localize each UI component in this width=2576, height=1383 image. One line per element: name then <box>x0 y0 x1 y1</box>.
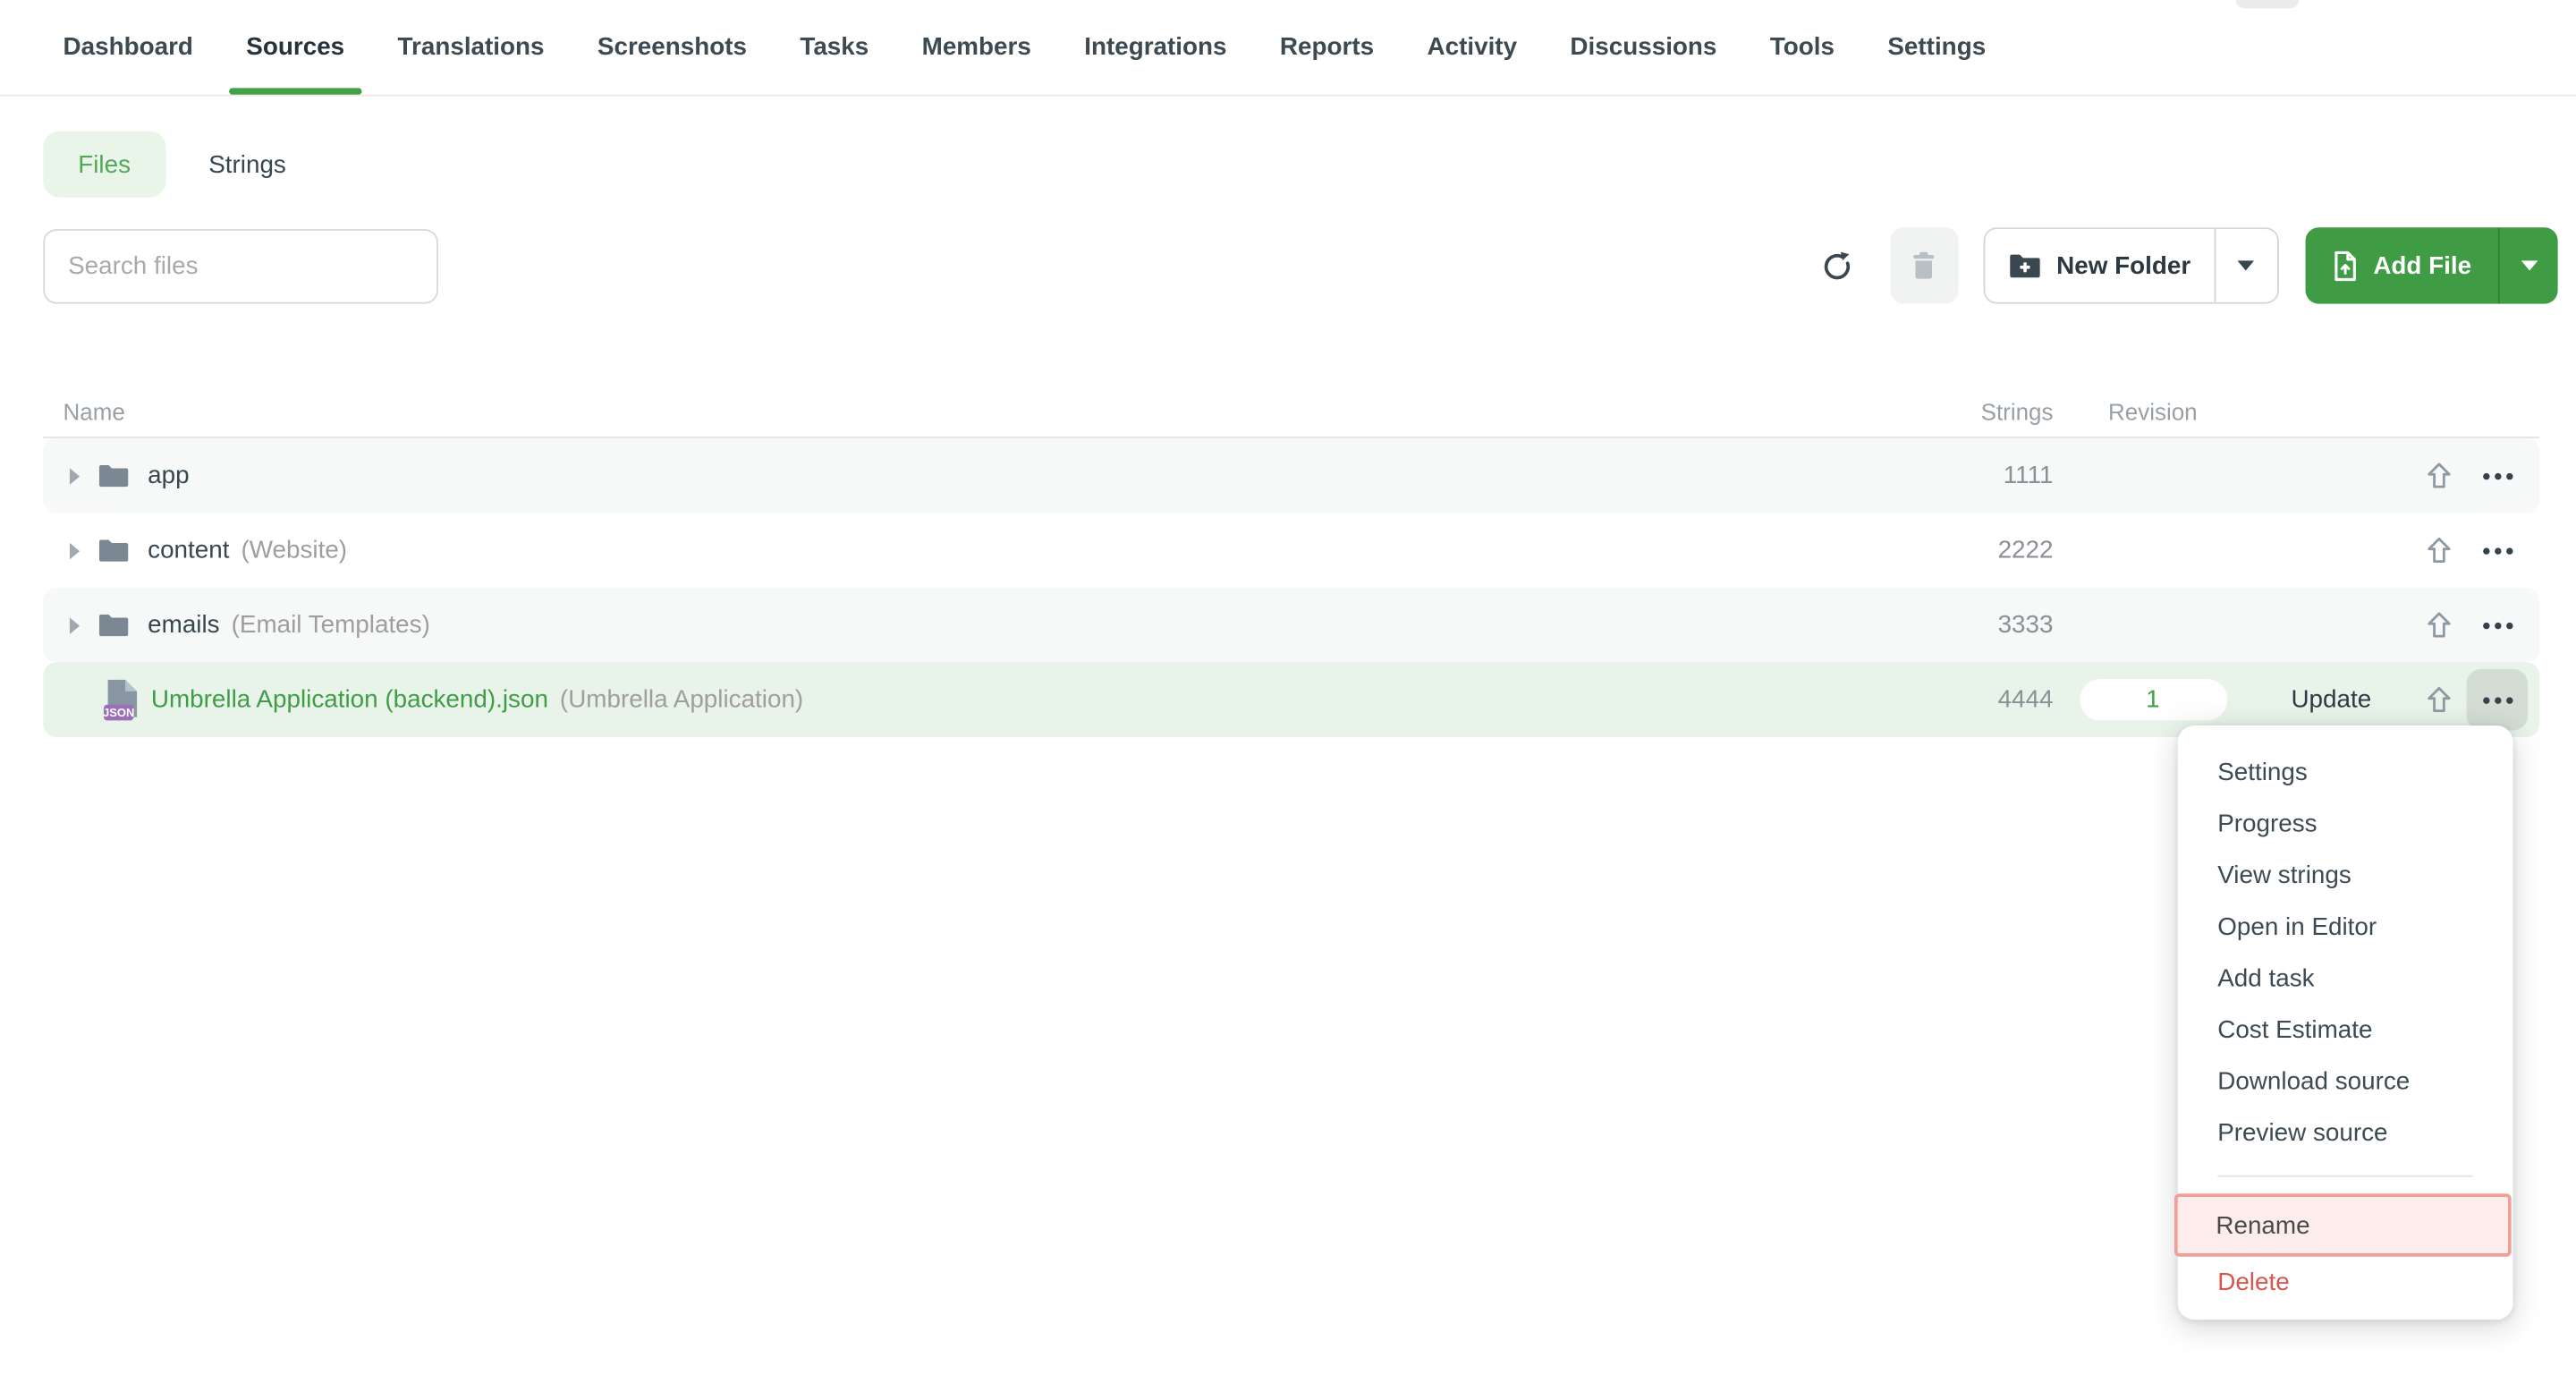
nav-item-settings[interactable]: Settings <box>1887 0 1986 95</box>
new-folder-caret-button[interactable] <box>2214 229 2277 302</box>
menu-item-progress[interactable]: Progress <box>2178 799 2513 851</box>
refresh-icon <box>1822 250 1853 281</box>
folder-note: (Website) <box>241 536 347 564</box>
strings-count: 1111 <box>1854 462 2054 490</box>
menu-item-preview-source[interactable]: Preview source <box>2178 1107 2513 1159</box>
more-icon <box>2482 696 2488 702</box>
nav-item-tools[interactable]: Tools <box>1770 0 1835 95</box>
strings-count: 3333 <box>1854 611 2054 640</box>
upload-button[interactable] <box>2424 611 2453 640</box>
menu-item-delete[interactable]: Delete <box>2178 1257 2513 1307</box>
search-input[interactable] <box>43 228 438 303</box>
nav-item-activity[interactable]: Activity <box>1427 0 1517 95</box>
caret-right-icon[interactable] <box>70 467 80 484</box>
more-icon <box>2482 472 2488 479</box>
chevron-down-icon <box>2238 260 2255 270</box>
update-button[interactable]: Update <box>2252 685 2410 714</box>
context-menu: Settings Progress View strings Open in E… <box>2178 725 2513 1319</box>
view-toggle: Files Strings <box>43 132 2576 198</box>
upload-button[interactable] <box>2424 685 2453 714</box>
toolbar: New Folder Add File <box>43 227 2557 303</box>
nav-item-screenshots[interactable]: Screenshots <box>597 0 747 95</box>
nav-item-members[interactable]: Members <box>922 0 1031 95</box>
folder-icon <box>97 538 129 563</box>
tab-files[interactable]: Files <box>43 132 165 198</box>
file-name: Umbrella Application (backend).json <box>151 685 548 714</box>
new-folder-button[interactable]: New Folder <box>1985 229 2214 302</box>
folder-name: app <box>148 462 189 490</box>
nav-item-dashboard[interactable]: Dashboard <box>64 0 193 95</box>
new-folder-split-button: New Folder <box>1984 227 2279 303</box>
trash-icon <box>1911 250 1938 280</box>
folder-icon <box>97 463 129 488</box>
nav-item-discussions[interactable]: Discussions <box>1570 0 1716 95</box>
more-icon <box>2482 547 2488 553</box>
folder-plus-icon <box>2008 252 2041 279</box>
nav-item-reports[interactable]: Reports <box>1280 0 1374 95</box>
files-table: Name Strings Revision app 1111 <box>43 386 2539 737</box>
menu-divider <box>2217 1175 2473 1177</box>
folder-icon <box>97 613 129 638</box>
top-nav: Dashboard Sources Translations Screensho… <box>0 0 2576 97</box>
file-upload-icon <box>2332 250 2359 281</box>
menu-item-settings[interactable]: Settings <box>2178 747 2513 799</box>
add-file-split-button: Add File <box>2305 227 2557 303</box>
svg-text:JSON: JSON <box>103 705 134 718</box>
upload-icon <box>2424 685 2453 714</box>
upload-icon <box>2424 611 2453 640</box>
new-folder-label: New Folder <box>2056 251 2190 280</box>
more-button-active[interactable] <box>2467 669 2529 731</box>
sources-files-page: Dashboard Sources Translations Screensho… <box>0 0 2576 1383</box>
folder-name: emails <box>148 611 219 640</box>
nav-item-sources[interactable]: Sources <box>246 0 344 95</box>
cutoff-element <box>2236 0 2300 8</box>
nav-item-tasks[interactable]: Tasks <box>800 0 869 95</box>
add-file-caret-button[interactable] <box>2498 227 2558 303</box>
more-button[interactable] <box>2467 445 2529 506</box>
file-note: (Umbrella Application) <box>560 685 803 714</box>
upload-button[interactable] <box>2424 536 2453 564</box>
caret-right-icon[interactable] <box>70 542 80 559</box>
upload-icon <box>2424 462 2453 490</box>
upload-icon <box>2424 536 2453 564</box>
json-file-icon: JSON <box>103 678 140 721</box>
column-header-strings: Strings <box>1854 397 2054 424</box>
caret-right-icon[interactable] <box>70 616 80 633</box>
table-row-umbrella-file[interactable]: JSON Umbrella Application (backend).json… <box>43 662 2539 737</box>
chevron-down-icon <box>2521 260 2538 270</box>
more-button[interactable] <box>2467 520 2529 581</box>
strings-count: 4444 <box>1854 685 2054 714</box>
menu-item-open-in-editor[interactable]: Open in Editor <box>2178 902 2513 954</box>
table-row-content[interactable]: content (Website) 2222 <box>43 513 2539 588</box>
nav-item-integrations[interactable]: Integrations <box>1084 0 1226 95</box>
more-button[interactable] <box>2467 594 2529 656</box>
nav-item-translations[interactable]: Translations <box>398 0 545 95</box>
add-file-label: Add File <box>2373 251 2471 280</box>
menu-item-view-strings[interactable]: View strings <box>2178 850 2513 902</box>
table-row-app[interactable]: app 1111 <box>43 438 2539 513</box>
menu-item-cost-estimate[interactable]: Cost Estimate <box>2178 1005 2513 1056</box>
table-header: Name Strings Revision <box>43 386 2539 438</box>
more-icon <box>2482 622 2488 628</box>
trash-button[interactable] <box>1891 227 1959 303</box>
folder-name: content <box>148 536 229 564</box>
table-row-emails[interactable]: emails (Email Templates) 3333 <box>43 588 2539 663</box>
menu-item-download-source[interactable]: Download source <box>2178 1056 2513 1107</box>
add-file-button[interactable]: Add File <box>2305 227 2498 303</box>
menu-item-add-task[interactable]: Add task <box>2178 953 2513 1005</box>
upload-button[interactable] <box>2424 462 2453 490</box>
menu-item-rename[interactable]: Rename <box>2174 1193 2512 1257</box>
revision-badge: 1 <box>2079 679 2226 720</box>
tab-strings[interactable]: Strings <box>208 150 286 179</box>
strings-count: 2222 <box>1854 536 2054 564</box>
folder-note: (Email Templates) <box>232 611 430 640</box>
column-header-revision: Revision <box>2054 397 2253 424</box>
refresh-button[interactable] <box>1808 236 1868 296</box>
column-header-name: Name <box>43 397 1854 424</box>
